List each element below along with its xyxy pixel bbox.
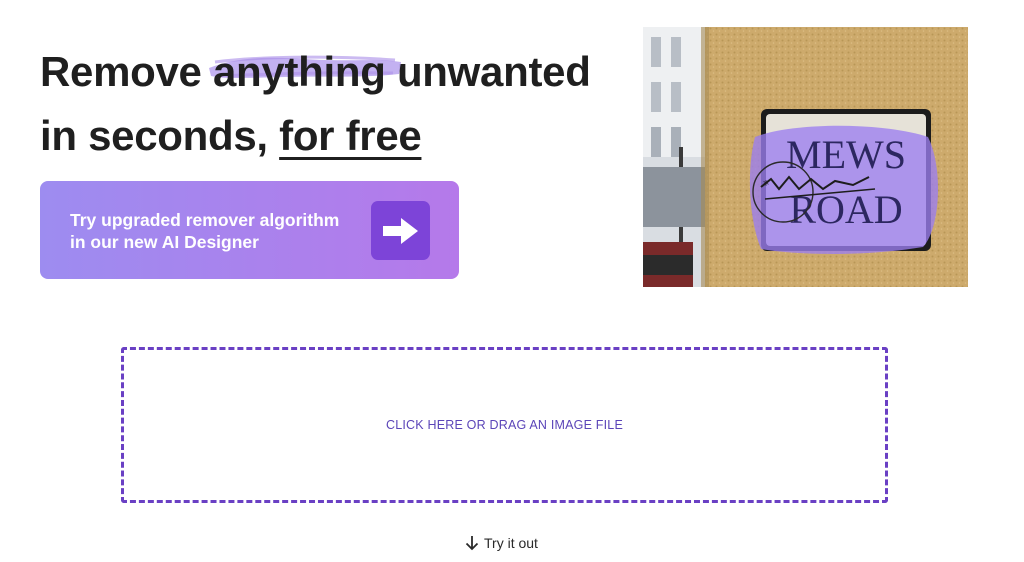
promo-text: Try upgraded remover algorithm in our ne… — [70, 209, 370, 253]
arrow-down-icon — [465, 536, 479, 551]
headline-line-2-prefix: in seconds, — [40, 112, 268, 159]
headline-highlighted-word: anything — [208, 40, 401, 104]
headline-for-free: for free — [279, 112, 422, 159]
try-it-out-link[interactable]: Try it out — [464, 535, 538, 551]
image-upload-dropzone[interactable]: CLICK HERE OR DRAG AN IMAGE FILE — [121, 347, 888, 503]
hero-example-image: MEWS ROAD * — [643, 27, 968, 287]
street-sign-photo: MEWS ROAD * — [643, 27, 968, 287]
headline-word-remove: Remove — [40, 48, 202, 95]
page: Remove anything unwanted in seconds, for… — [0, 0, 1024, 562]
headline-word-unwanted: unwanted — [396, 48, 591, 95]
dropzone-label: CLICK HERE OR DRAG AN IMAGE FILE — [385, 418, 623, 432]
headline-word-anything: anything — [212, 48, 386, 95]
ai-designer-promo-button[interactable]: Try upgraded remover algorithm in our ne… — [40, 181, 459, 279]
promo-line-2: in our new AI Designer — [70, 232, 259, 252]
svg-text:*: * — [763, 178, 769, 192]
headline-line-2: in seconds, for free — [40, 104, 591, 168]
page-headline: Remove anything unwanted in seconds, for… — [40, 40, 591, 168]
arrow-right-icon — [371, 201, 430, 260]
headline-line-1: Remove anything unwanted — [40, 40, 591, 104]
try-it-out-label: Try it out — [484, 535, 538, 551]
promo-line-1: Try upgraded remover algorithm — [70, 210, 340, 230]
sign-text-line-2: ROAD — [789, 187, 902, 232]
